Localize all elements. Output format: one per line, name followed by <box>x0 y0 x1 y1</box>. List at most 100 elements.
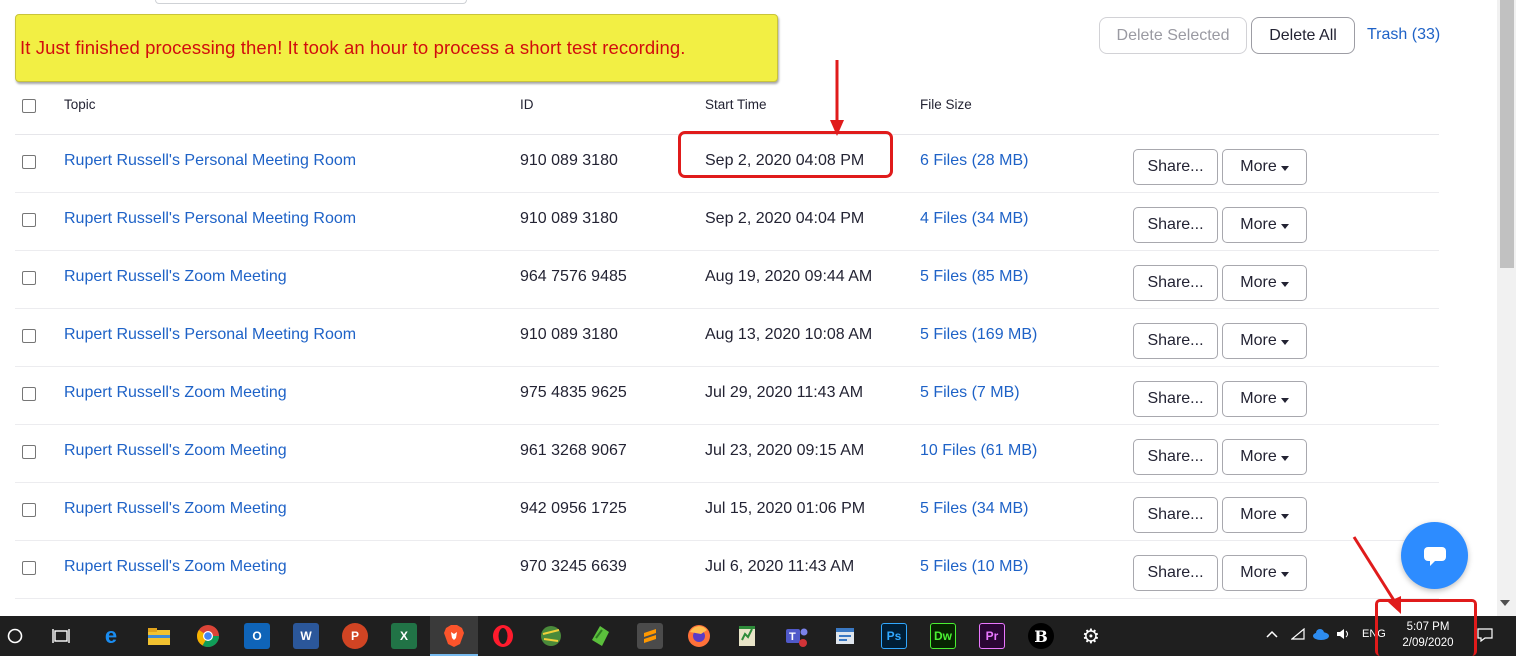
select-all-checkbox[interactable] <box>22 99 36 113</box>
recordings-page: It Just finished processing then! It too… <box>0 0 1516 656</box>
files-link[interactable]: 4 Files (34 MB) <box>920 210 1028 228</box>
green-app-icon[interactable] <box>587 623 613 649</box>
meeting-id: 964 7576 9485 <box>520 268 627 285</box>
scroll-down-arrow-icon[interactable] <box>1500 600 1510 606</box>
topic-link[interactable]: Rupert Russell's Personal Meeting Room <box>64 210 356 228</box>
table-header: Topic ID Start Time File Size <box>15 77 1439 135</box>
more-button[interactable]: More <box>1222 497 1307 533</box>
meeting-id: 910 089 3180 <box>520 152 618 169</box>
settings-icon[interactable]: ⚙ <box>1078 623 1104 649</box>
topic-link[interactable]: Rupert Russell's Personal Meeting Room <box>64 152 356 170</box>
trash-link[interactable]: Trash (33) <box>1367 26 1440 44</box>
notifications-icon[interactable] <box>1477 628 1493 645</box>
brave-icon[interactable] <box>441 623 467 649</box>
photoshop-icon[interactable]: Ps <box>881 623 907 649</box>
share-button[interactable]: Share... <box>1133 207 1218 243</box>
topic-link[interactable]: Rupert Russell's Zoom Meeting <box>64 500 287 518</box>
wifi-icon[interactable] <box>1290 627 1305 643</box>
table-row: Rupert Russell's Zoom Meeting 975 4835 9… <box>15 367 1439 425</box>
powerpoint-label: P <box>350 629 359 643</box>
notepad-icon[interactable] <box>734 623 760 649</box>
table-row: Rupert Russell's Personal Meeting Room 9… <box>15 309 1439 367</box>
annotation-arrow-diagonal-icon <box>1352 536 1401 614</box>
start-time: Aug 13, 2020 10:08 AM <box>705 326 873 343</box>
files-link[interactable]: 6 Files (28 MB) <box>920 152 1028 170</box>
chrome-icon[interactable] <box>195 623 221 649</box>
scrollbar-thumb[interactable] <box>1500 0 1514 268</box>
delete-all-button[interactable]: Delete All <box>1251 17 1355 54</box>
files-link[interactable]: 5 Files (34 MB) <box>920 500 1028 518</box>
meeting-id: 961 3268 9067 <box>520 442 627 459</box>
firefox-icon[interactable] <box>686 623 712 649</box>
more-button[interactable]: More <box>1222 207 1307 243</box>
more-button[interactable]: More <box>1222 439 1307 475</box>
more-button[interactable]: More <box>1222 381 1307 417</box>
more-label: More <box>1240 506 1277 523</box>
task-view-icon[interactable] <box>48 623 74 649</box>
onedrive-cloud-icon[interactable] <box>1312 628 1330 643</box>
share-button[interactable]: Share... <box>1133 381 1218 417</box>
powerpoint-icon[interactable]: P <box>342 623 368 649</box>
more-label: More <box>1240 390 1277 407</box>
caret-down-icon <box>1280 513 1289 519</box>
edge-icon[interactable]: e <box>98 623 124 649</box>
outlook-icon[interactable]: O <box>244 623 270 649</box>
header-file-size: File Size <box>920 97 972 112</box>
word-icon[interactable]: W <box>293 623 319 649</box>
files-link[interactable]: 5 Files (169 MB) <box>920 326 1037 344</box>
more-button[interactable]: More <box>1222 323 1307 359</box>
share-button[interactable]: Share... <box>1133 149 1218 185</box>
row-checkbox[interactable] <box>22 503 36 517</box>
dreamweaver-icon[interactable]: Dw <box>930 623 956 649</box>
files-link[interactable]: 10 Files (61 MB) <box>920 442 1037 460</box>
start-circle-icon[interactable] <box>2 623 28 649</box>
b-app-icon[interactable]: B <box>1028 623 1054 649</box>
share-button[interactable]: Share... <box>1133 555 1218 591</box>
topic-link[interactable]: Rupert Russell's Zoom Meeting <box>64 558 287 576</box>
more-label: More <box>1240 332 1277 349</box>
globe-app-icon[interactable] <box>538 623 564 649</box>
header-topic: Topic <box>64 97 96 112</box>
topic-link[interactable]: Rupert Russell's Zoom Meeting <box>64 384 287 402</box>
excel-icon[interactable]: X <box>391 623 417 649</box>
files-link[interactable]: 5 Files (85 MB) <box>920 268 1028 286</box>
annotation-note: It Just finished processing then! It too… <box>15 14 778 82</box>
row-checkbox[interactable] <box>22 387 36 401</box>
files-link[interactable]: 5 Files (7 MB) <box>920 384 1020 402</box>
start-time: Jul 23, 2020 09:15 AM <box>705 442 865 459</box>
row-checkbox[interactable] <box>22 561 36 575</box>
svg-text:T: T <box>789 631 796 643</box>
word-label: W <box>300 629 312 643</box>
share-button[interactable]: Share... <box>1133 497 1218 533</box>
row-checkbox[interactable] <box>22 445 36 459</box>
more-button[interactable]: More <box>1222 149 1307 185</box>
file-explorer-icon[interactable] <box>146 623 172 649</box>
share-button[interactable]: Share... <box>1133 439 1218 475</box>
sublime-icon[interactable] <box>637 623 663 649</box>
more-button[interactable]: More <box>1222 555 1307 591</box>
files-link[interactable]: 5 Files (10 MB) <box>920 558 1028 576</box>
share-button[interactable]: Share... <box>1133 265 1218 301</box>
more-label: More <box>1240 274 1277 291</box>
share-button[interactable]: Share... <box>1133 323 1218 359</box>
topic-link[interactable]: Rupert Russell's Zoom Meeting <box>64 442 287 460</box>
delete-selected-button[interactable]: Delete Selected <box>1099 17 1247 54</box>
row-checkbox[interactable] <box>22 155 36 169</box>
chat-support-button[interactable] <box>1401 522 1468 589</box>
teams-icon[interactable]: T <box>784 623 810 649</box>
row-checkbox[interactable] <box>22 329 36 343</box>
more-button[interactable]: More <box>1222 265 1307 301</box>
topic-link[interactable]: Rupert Russell's Personal Meeting Room <box>64 326 356 344</box>
more-label: More <box>1240 564 1277 581</box>
row-checkbox[interactable] <box>22 213 36 227</box>
caret-down-icon <box>1280 339 1289 345</box>
chevron-up-icon[interactable] <box>1266 628 1278 642</box>
premiere-icon[interactable]: Pr <box>979 623 1005 649</box>
header-id: ID <box>520 97 534 112</box>
topic-link[interactable]: Rupert Russell's Zoom Meeting <box>64 268 287 286</box>
speaker-icon[interactable] <box>1336 628 1352 643</box>
search-input[interactable] <box>155 0 467 4</box>
row-checkbox[interactable] <box>22 271 36 285</box>
opera-icon[interactable] <box>490 623 516 649</box>
app-icon[interactable] <box>832 623 858 649</box>
